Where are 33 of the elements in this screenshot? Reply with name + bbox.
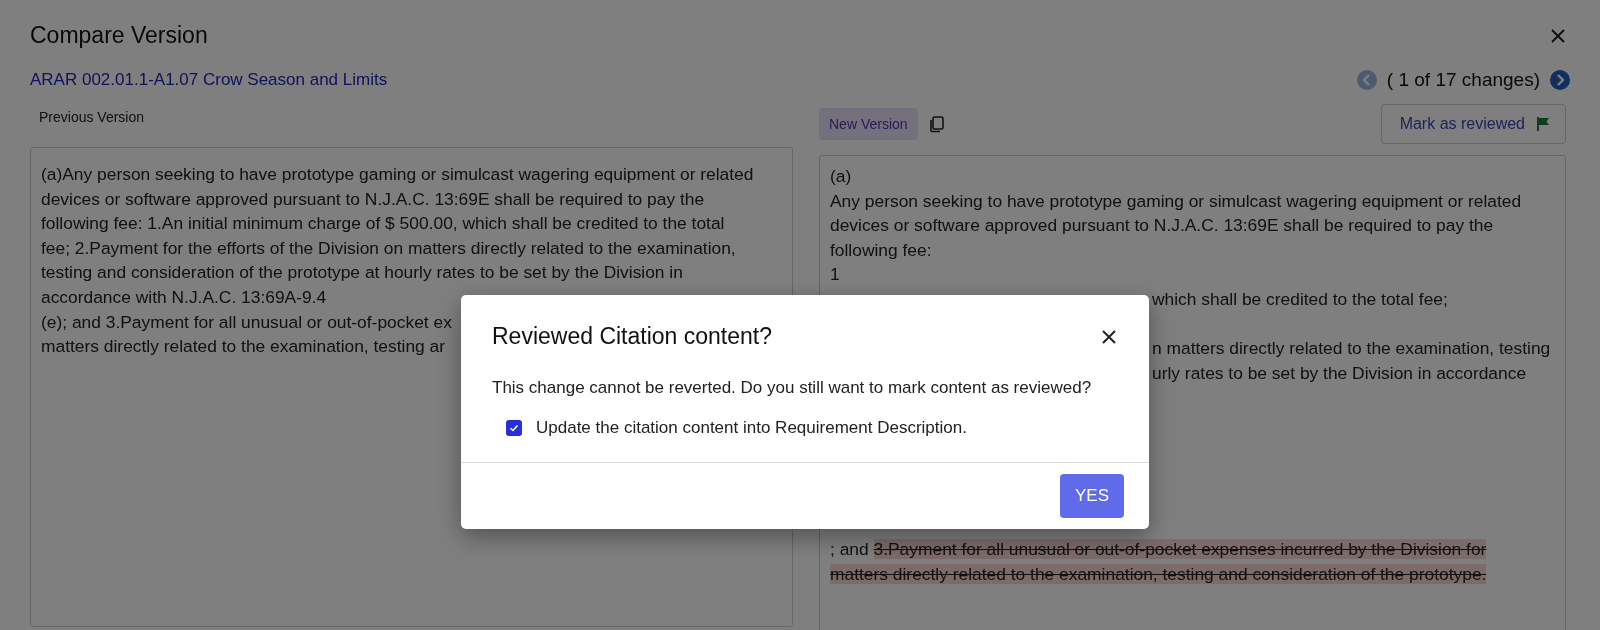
text-line: 1 xyxy=(830,263,840,287)
mark-reviewed-button[interactable]: Mark as reviewed xyxy=(1380,104,1566,144)
flag-icon xyxy=(1535,116,1551,132)
text-line: testing and consideration of the prototype at hourly rates to be set by the Division in xyxy=(41,261,683,285)
text-line: (a) xyxy=(830,165,852,188)
text-line: following fee: 1.An initial minimum charge of $ 500.00, which shall be credited to the total xyxy=(41,212,725,236)
yes-button[interactable]: YES xyxy=(1059,474,1124,518)
text-line: urly rates to be set by the Division in accordance xyxy=(1152,361,1527,385)
panel-label: Previous Version xyxy=(38,109,145,125)
change-counter: ( 1 of 17 changes) xyxy=(1386,69,1540,91)
text-line: (e); and 3.Payment for all unusual or out-of-pocket ex xyxy=(41,310,452,334)
text-line: matters directly related to the examination, testing ar xyxy=(41,335,446,359)
text-line: fee; 2.Payment for the efforts of the Division on matters directly related to the examination, xyxy=(41,236,736,260)
version-chip: New Version xyxy=(819,108,918,140)
text-line: Any person seeking to have prototype gaming or simulcast wagering equipment or related xyxy=(830,189,1522,213)
checkbox[interactable] xyxy=(506,420,522,436)
text-line: accordance with N.J.A.C. 13:69A-9.4 xyxy=(41,285,327,309)
checkbox-label: Update the citation content into Requirement Description. xyxy=(536,418,967,438)
check-icon xyxy=(508,422,520,434)
changed-text: ; and 3.Payment for all unusual or out-of-pocket expenses incurred by the Division for matters directly related to the examination, testing and consideration of the prototype. xyxy=(830,538,1488,586)
text-line: (a)Any person seeking to have prototype gaming or simulcast wagering equipment or related xyxy=(41,163,754,186)
window-title: Compare Version xyxy=(30,22,208,49)
text-line: n matters directly related to the examination, testing xyxy=(1152,337,1551,361)
dialog-title: Reviewed Citation content? xyxy=(492,323,772,350)
dialog-message: This change cannot be reverted. Do you still want to mark content as reviewed? xyxy=(492,378,1093,398)
text-line: devices or software approved pursuant to N.J.A.C. 13:69E shall be required to pay the xyxy=(830,214,1494,238)
citation-link[interactable]: ARAR 002.01.1-A1.07 Crow Season and Limits xyxy=(30,70,388,90)
text-line: devices or software approved pursuant to N.J.A.C. 13:69E shall be required to pay the xyxy=(41,187,705,211)
next-icon[interactable] xyxy=(1550,70,1570,90)
text-line: following fee: xyxy=(830,238,932,262)
copy-icon[interactable] xyxy=(927,115,946,133)
close-icon[interactable] xyxy=(1101,328,1117,345)
text-line: which shall be credited to the total fee; xyxy=(1152,287,1448,311)
